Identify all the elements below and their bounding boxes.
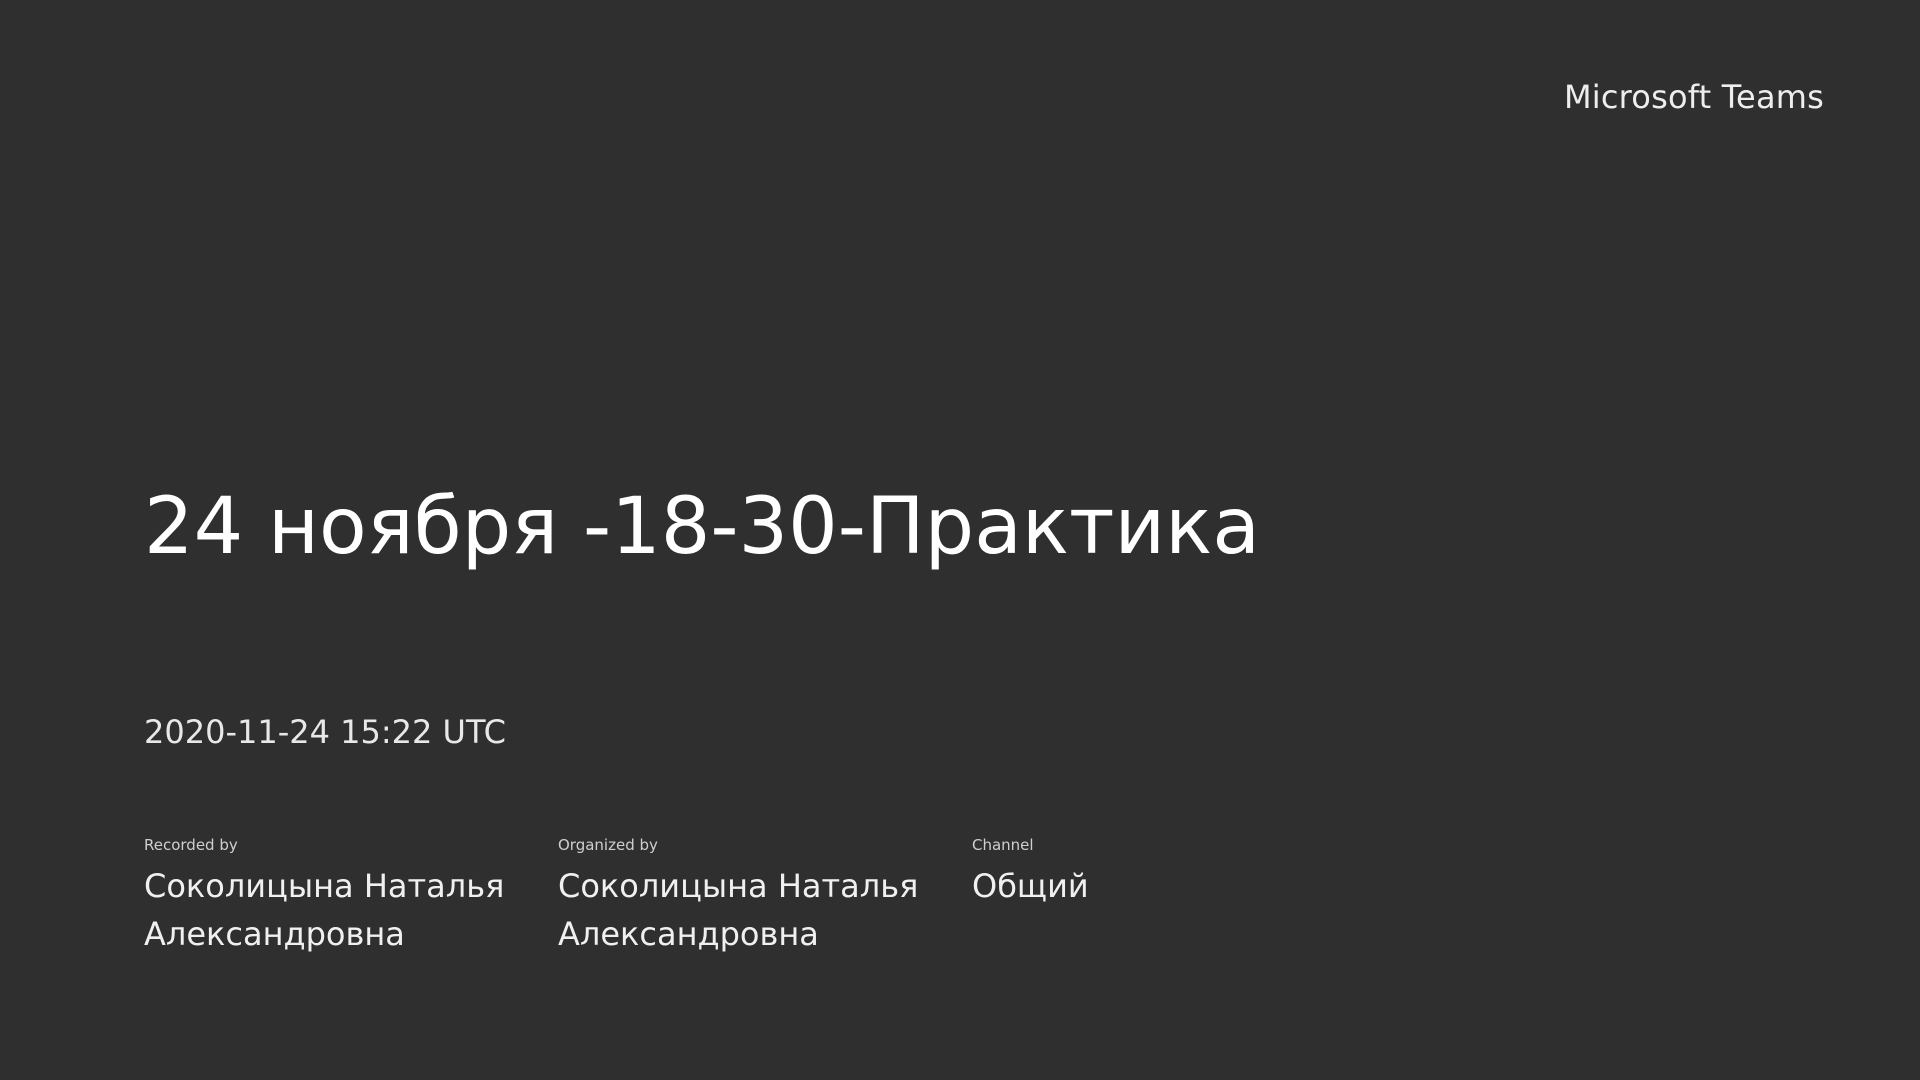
organized-by-label: Organized by	[558, 836, 658, 854]
recorded-by-section: Recorded by Соколицына Наталья Александр…	[144, 836, 544, 958]
recorded-by-value: Соколицына Наталья Александровна	[144, 867, 505, 953]
organized-by-section: Organized by Соколицына Наталья Александ…	[558, 836, 958, 958]
meeting-title: 24 ноября -18-30-Практика	[144, 482, 1261, 572]
app-brand-label: Microsoft Teams	[1563, 78, 1824, 116]
channel-label: Channel	[972, 836, 1034, 854]
recorded-by-label: Recorded by	[144, 836, 238, 854]
channel-section: Channel Общий	[972, 836, 1372, 910]
recording-timestamp: 2020-11-24 15:22 UTC	[144, 713, 506, 751]
recording-title-card: Microsoft Teams 24 ноября -18-30-Практик…	[0, 0, 1920, 1080]
channel-value: Общий	[972, 867, 1089, 905]
organized-by-value: Соколицына Наталья Александровна	[558, 867, 919, 953]
